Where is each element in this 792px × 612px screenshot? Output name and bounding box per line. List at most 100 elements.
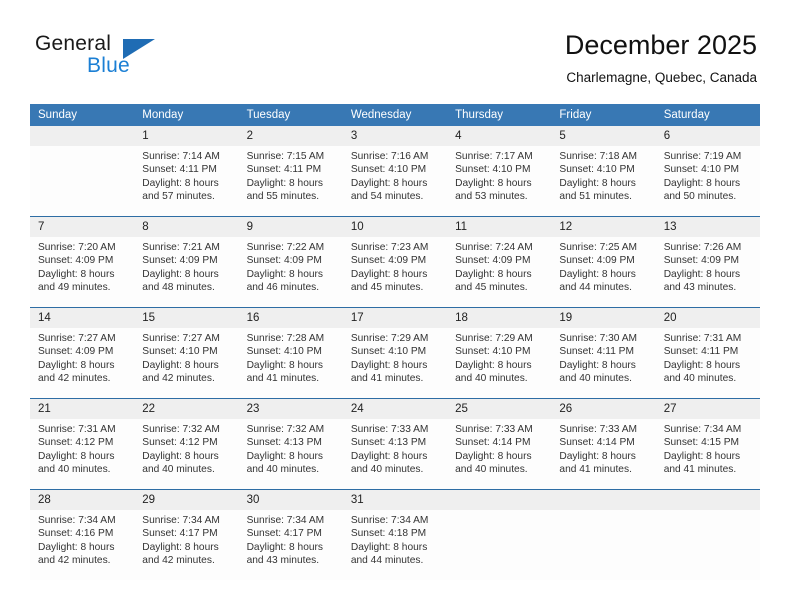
day-cell-28[interactable]: Sunrise: 7:34 AM Sunset: 4:16 PM Daylight:… bbox=[30, 510, 134, 580]
daylight-text-line1: Daylight: 8 hours bbox=[663, 268, 741, 280]
calendar-week-row: 28 29 30 31 Sunrise: 7:34 AM Sunset: 4:16 PM D… bbox=[30, 489, 760, 580]
day-number-27[interactable]: 27 bbox=[656, 399, 760, 419]
day-number-8[interactable]: 8 bbox=[134, 217, 238, 237]
daylight-text-line2: and 44 minutes. bbox=[559, 282, 632, 294]
day-cell-16[interactable]: Sunrise: 7:28 AM Sunset: 4:10 PM Daylight:… bbox=[239, 328, 343, 398]
page-header: General Blue December 2025 Charlemagne, … bbox=[0, 0, 792, 104]
week-date-bar: 7 8 9 10 11 12 13 bbox=[30, 217, 760, 237]
day-number-17[interactable]: 17 bbox=[343, 308, 447, 328]
day-cell-25[interactable]: Sunrise: 7:33 AM Sunset: 4:14 PM Daylight:… bbox=[447, 419, 551, 489]
day-cell-31[interactable]: Sunrise: 7:34 AM Sunset: 4:18 PM Daylight:… bbox=[343, 510, 447, 580]
day-cell-5[interactable]: Sunrise: 7:18 AM Sunset: 4:10 PM Daylight:… bbox=[551, 146, 655, 216]
day-cell-2[interactable]: Sunrise: 7:15 AM Sunset: 4:11 PM Daylight:… bbox=[239, 146, 343, 216]
day-number-1[interactable]: 1 bbox=[134, 126, 238, 146]
sunset-text: Sunset: 4:10 PM bbox=[246, 346, 322, 358]
daylight-text-line1: Daylight: 8 hours bbox=[455, 268, 532, 280]
daylight-text-line2: and 40 minutes. bbox=[350, 464, 424, 476]
day-cell-15[interactable]: Sunrise: 7:27 AM Sunset: 4:10 PM Daylight:… bbox=[134, 328, 238, 398]
week-date-bar: 21 22 23 24 25 26 27 bbox=[30, 399, 760, 419]
day-number-16[interactable]: 16 bbox=[239, 308, 343, 328]
day-number-22[interactable]: 22 bbox=[134, 399, 238, 419]
day-number-3[interactable]: 3 bbox=[343, 126, 447, 146]
day-number-7[interactable]: 7 bbox=[30, 217, 134, 237]
day-cell-22[interactable]: Sunrise: 7:32 AM Sunset: 4:12 PM Daylight:… bbox=[134, 419, 238, 489]
day-cell-13[interactable]: Sunrise: 7:26 AM Sunset: 4:09 PM Daylight:… bbox=[656, 237, 760, 307]
weekday-header-tuesday: Tuesday bbox=[246, 109, 291, 121]
sunset-text: Sunset: 4:09 PM bbox=[246, 255, 322, 267]
sunrise-text: Sunrise: 7:17 AM bbox=[455, 151, 533, 162]
sunrise-text: Sunrise: 7:32 AM bbox=[142, 424, 220, 435]
sunset-text: Sunset: 4:13 PM bbox=[350, 437, 427, 449]
day-cell-4[interactable]: Sunrise: 7:17 AM Sunset: 4:10 PM Daylight:… bbox=[447, 146, 551, 216]
day-number-10[interactable]: 10 bbox=[343, 217, 447, 237]
day-cell-20[interactable]: Sunrise: 7:31 AM Sunset: 4:11 PM Daylight:… bbox=[656, 328, 760, 398]
daylight-text-line1: Daylight: 8 hours bbox=[142, 541, 219, 553]
sunrise-text: Sunrise: 7:30 AM bbox=[559, 333, 637, 344]
sunrise-text: Sunrise: 7:20 AM bbox=[38, 242, 116, 253]
day-cell-24[interactable]: Sunrise: 7:33 AM Sunset: 4:13 PM Daylight:… bbox=[343, 419, 447, 489]
day-cell-26[interactable]: Sunrise: 7:33 AM Sunset: 4:14 PM Daylight:… bbox=[551, 419, 655, 489]
day-cell-8[interactable]: Sunrise: 7:21 AM Sunset: 4:09 PM Daylight:… bbox=[134, 237, 238, 307]
day-number-28[interactable]: 28 bbox=[30, 490, 134, 510]
day-cell-18[interactable]: Sunrise: 7:29 AM Sunset: 4:10 PM Daylight:… bbox=[447, 328, 551, 398]
day-cell-14[interactable]: Sunrise: 7:27 AM Sunset: 4:09 PM Daylight:… bbox=[30, 328, 134, 398]
day-cell-7[interactable]: Sunrise: 7:20 AM Sunset: 4:09 PM Daylight:… bbox=[30, 237, 134, 307]
day-number-30[interactable]: 30 bbox=[239, 490, 343, 510]
day-cell-12[interactable]: Sunrise: 7:25 AM Sunset: 4:09 PM Daylight:… bbox=[551, 237, 655, 307]
day-number-25[interactable]: 25 bbox=[447, 399, 551, 419]
daylight-text-line1: Daylight: 8 hours bbox=[455, 359, 532, 371]
day-number-4[interactable]: 4 bbox=[447, 126, 551, 146]
day-number-13[interactable]: 13 bbox=[656, 217, 760, 237]
day-number-11[interactable]: 11 bbox=[447, 217, 551, 237]
day-number-31[interactable]: 31 bbox=[343, 490, 447, 510]
sunset-text: Sunset: 4:11 PM bbox=[246, 164, 322, 176]
daylight-text-line1: Daylight: 8 hours bbox=[246, 177, 324, 189]
day-cell-10[interactable]: Sunrise: 7:23 AM Sunset: 4:09 PM Daylight:… bbox=[343, 237, 447, 307]
sunset-text: Sunset: 4:09 PM bbox=[455, 255, 531, 267]
day-number-5[interactable]: 5 bbox=[551, 126, 655, 146]
brand-logo[interactable]: General Blue bbox=[35, 32, 215, 92]
day-number-6[interactable]: 6 bbox=[656, 126, 760, 146]
day-cell-29[interactable]: Sunrise: 7:34 AM Sunset: 4:17 PM Daylight:… bbox=[134, 510, 238, 580]
day-number-14[interactable]: 14 bbox=[30, 308, 134, 328]
day-number-21[interactable]: 21 bbox=[30, 399, 134, 419]
title-block: December 2025 Charlemagne, Quebec, Canad… bbox=[565, 28, 757, 88]
daylight-text-line2: and 40 minutes. bbox=[455, 373, 528, 385]
day-cell-23[interactable]: Sunrise: 7:32 AM Sunset: 4:13 PM Daylight:… bbox=[239, 419, 343, 489]
day-cell-3[interactable]: Sunrise: 7:16 AM Sunset: 4:10 PM Daylight:… bbox=[343, 146, 447, 216]
sunrise-text: Sunrise: 7:34 AM bbox=[246, 515, 325, 526]
day-number-20[interactable]: 20 bbox=[656, 308, 760, 328]
daylight-text-line2: and 57 minutes. bbox=[142, 191, 215, 203]
day-cell-21[interactable]: Sunrise: 7:31 AM Sunset: 4:12 PM Daylight:… bbox=[30, 419, 134, 489]
day-cell-30[interactable]: Sunrise: 7:34 AM Sunset: 4:17 PM Daylight:… bbox=[239, 510, 343, 580]
day-number-26[interactable]: 26 bbox=[551, 399, 655, 419]
day-number-2[interactable]: 2 bbox=[239, 126, 343, 146]
day-number-29[interactable]: 29 bbox=[134, 490, 238, 510]
sunrise-text: Sunrise: 7:32 AM bbox=[246, 424, 325, 435]
daylight-text-line1: Daylight: 8 hours bbox=[350, 541, 428, 553]
day-number-24[interactable]: 24 bbox=[343, 399, 447, 419]
day-cell-19[interactable]: Sunrise: 7:30 AM Sunset: 4:11 PM Daylight:… bbox=[551, 328, 655, 398]
day-number-15[interactable]: 15 bbox=[134, 308, 238, 328]
sunset-text: Sunset: 4:10 PM bbox=[663, 164, 740, 176]
daylight-text-line2: and 41 minutes. bbox=[246, 373, 320, 385]
day-cell-6[interactable]: Sunrise: 7:19 AM Sunset: 4:10 PM Daylight:… bbox=[656, 146, 760, 216]
sunset-text: Sunset: 4:12 PM bbox=[38, 437, 114, 449]
sunset-text: Sunset: 4:10 PM bbox=[142, 346, 218, 358]
day-number-23[interactable]: 23 bbox=[239, 399, 343, 419]
day-cell-11[interactable]: Sunrise: 7:24 AM Sunset: 4:09 PM Daylight:… bbox=[447, 237, 551, 307]
day-number-18[interactable]: 18 bbox=[447, 308, 551, 328]
daylight-text-line1: Daylight: 8 hours bbox=[246, 450, 324, 462]
daylight-text-line2: and 42 minutes. bbox=[38, 555, 111, 567]
day-cell-27[interactable]: Sunrise: 7:34 AM Sunset: 4:15 PM Daylight:… bbox=[656, 419, 760, 489]
day-cell-17[interactable]: Sunrise: 7:29 AM Sunset: 4:10 PM Daylight:… bbox=[343, 328, 447, 398]
daylight-text-line2: and 55 minutes. bbox=[246, 191, 320, 203]
day-number-12[interactable]: 12 bbox=[551, 217, 655, 237]
sunrise-text: Sunrise: 7:18 AM bbox=[559, 151, 637, 162]
day-number-19[interactable]: 19 bbox=[551, 308, 655, 328]
day-number-9[interactable]: 9 bbox=[239, 217, 343, 237]
daylight-text-line2: and 40 minutes. bbox=[246, 464, 320, 476]
day-cell-9[interactable]: Sunrise: 7:22 AM Sunset: 4:09 PM Daylight:… bbox=[239, 237, 343, 307]
daylight-text-line2: and 53 minutes. bbox=[455, 191, 528, 203]
day-cell-1[interactable]: Sunrise: 7:14 AM Sunset: 4:11 PM Daylight:… bbox=[134, 146, 238, 216]
